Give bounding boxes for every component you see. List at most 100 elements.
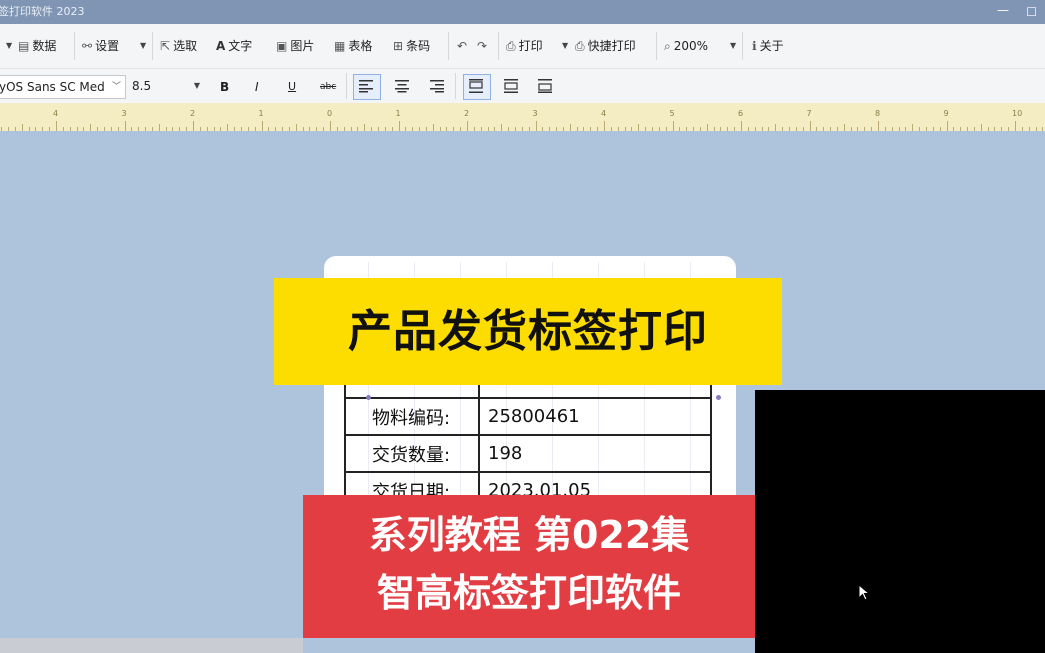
ruler-tick <box>467 121 468 131</box>
redo-button[interactable]: ↷ <box>477 36 490 56</box>
minimize-icon[interactable]: — <box>997 0 1009 22</box>
table-row[interactable]: 交货数量: 198 <box>344 434 712 473</box>
ruler-tick <box>843 124 845 131</box>
title-bar: 签打印软件 2023 — ☐ <box>0 0 1045 24</box>
italic-button[interactable]: I <box>255 79 259 95</box>
bold-button[interactable]: B <box>220 79 229 95</box>
ruler-label: 0 <box>327 109 333 118</box>
horizontal-ruler: 4 3 2 1 0 1 2 3 4 5 6 7 8 9 10 <box>0 103 1045 132</box>
strikethrough-button[interactable]: abc <box>320 79 336 95</box>
chevron-down-icon[interactable]: ▼ <box>562 36 568 56</box>
barcode-tool-button[interactable]: ⊞ 条码 <box>393 36 430 56</box>
undo-button[interactable]: ↶ <box>457 36 470 56</box>
ruler-tick <box>775 124 777 131</box>
quick-print-button[interactable]: ⎙ 快捷打印 <box>575 36 636 56</box>
valign-top-button[interactable] <box>463 74 491 100</box>
ruler-tick <box>124 121 126 131</box>
table-tool-button[interactable]: ▦ 表格 <box>334 36 372 56</box>
horizontal-scrollbar[interactable] <box>0 638 303 653</box>
ruler-label: 4 <box>53 109 59 118</box>
text-tool-button[interactable]: A 文字 <box>216 36 252 56</box>
settings-button[interactable]: ⚯ 设置 <box>82 36 119 56</box>
print-button[interactable]: ⎙ 打印 <box>506 36 543 56</box>
undo-icon: ↶ <box>457 39 468 53</box>
printer-icon: ⎙ <box>506 39 516 53</box>
ruler-tick <box>56 121 57 131</box>
ruler-tick <box>1015 121 1016 131</box>
image-icon: ▣ <box>276 39 288 53</box>
about-button[interactable]: ℹ 关于 <box>752 36 784 56</box>
chevron-down-icon[interactable]: ▼ <box>730 36 736 56</box>
ruler-tick <box>193 121 194 131</box>
zoom-icon: ⌕ <box>664 39 671 53</box>
align-right-button[interactable] <box>424 74 452 100</box>
info-icon: ℹ <box>752 39 757 53</box>
table-cell-key: 物料编码: <box>344 397 480 436</box>
font-size-select[interactable]: 8.5 ▼ <box>132 75 202 97</box>
data-button[interactable]: ▤ 数据 <box>18 36 56 56</box>
quick-print-icon: ⎙ <box>575 39 585 53</box>
window-title: 签打印软件 2023 <box>0 5 85 18</box>
ruler-label: 4 <box>601 109 607 118</box>
chevron-down-icon: ▼ <box>193 81 200 90</box>
table-row[interactable]: 物料编码: 25800461 <box>344 397 712 436</box>
ruler-tick <box>706 124 708 131</box>
ruler-tick <box>878 121 879 131</box>
link-icon: ⚯ <box>82 39 93 53</box>
zoom-select[interactable]: ⌕ 200% <box>664 36 708 56</box>
table-icon: ▦ <box>334 39 346 53</box>
ruler-tick <box>741 121 742 131</box>
chevron-down-icon: ﹀ <box>111 82 121 92</box>
valign-top-icon <box>469 79 483 93</box>
ruler-tick <box>672 121 674 131</box>
pointer-icon: ⇱ <box>160 39 171 53</box>
image-tool-button[interactable]: ▣ 图片 <box>276 36 314 56</box>
ruler-tick <box>432 124 434 131</box>
ruler-tick <box>398 121 400 131</box>
ruler-label: 2 <box>464 109 470 118</box>
ruler-label: 6 <box>738 109 744 118</box>
ruler-label: 3 <box>532 109 538 118</box>
ruler-tick <box>158 124 160 131</box>
chevron-down-icon[interactable]: ▼ <box>140 36 146 56</box>
series-banner: 系列教程 第022集 智高标签打印软件 <box>303 495 755 638</box>
ruler-label: 1 <box>258 109 264 118</box>
align-center-icon <box>395 80 409 93</box>
font-family-select[interactable]: yOS Sans SC Med ﹀ <box>0 75 126 99</box>
select-tool-button[interactable]: ⇱ 选取 <box>160 36 197 56</box>
series-line-2: 智高标签打印软件 <box>376 571 681 615</box>
align-center-button[interactable] <box>389 74 417 100</box>
banner-title: 产品发货标签打印 <box>348 306 708 357</box>
ruler-tick <box>501 124 503 131</box>
selection-handle[interactable] <box>366 395 371 400</box>
valign-middle-button[interactable] <box>498 74 526 100</box>
ruler-tick <box>604 121 605 131</box>
mouse-cursor-icon <box>858 584 871 601</box>
ruler-label: 10 <box>1012 109 1023 118</box>
chevron-down-icon[interactable]: ▼ <box>6 36 12 56</box>
ruler-tick <box>946 121 948 131</box>
barcode-icon: ⊞ <box>393 39 404 53</box>
maximize-icon[interactable]: ☐ <box>1026 0 1037 24</box>
database-icon: ▤ <box>18 39 30 53</box>
ruler-tick <box>364 124 366 131</box>
title-banner: 产品发货标签打印 <box>274 278 782 385</box>
ruler-label: 5 <box>669 109 675 118</box>
video-overlay <box>755 390 1045 653</box>
align-left-icon <box>359 80 373 93</box>
table-cell-key: 交货数量: <box>344 434 480 473</box>
main-toolbar: ▼ ▤ 数据 ⚯ 设置 ▼ ⇱ 选取 A 文字 ▣ 图片 ▦ 表格 ⊞ 条码 ↶ ↷ ⎙ 打印 … <box>0 24 1045 69</box>
underline-button[interactable]: U <box>288 79 296 95</box>
ruler-tick <box>535 121 537 131</box>
table-cell-value: 198 <box>478 434 712 473</box>
align-left-button[interactable] <box>353 74 381 100</box>
ruler-tick <box>261 121 263 131</box>
ruler-tick <box>569 124 571 131</box>
align-right-icon <box>430 80 444 93</box>
ruler-label: 9 <box>943 109 949 118</box>
ruler-label: 7 <box>806 109 812 118</box>
format-toolbar: yOS Sans SC Med ﹀ 8.5 ▼ B I U abc <box>0 69 1045 103</box>
selection-handle[interactable] <box>716 395 721 400</box>
valign-bottom-button[interactable] <box>532 74 560 100</box>
ruler-tick <box>21 124 23 131</box>
